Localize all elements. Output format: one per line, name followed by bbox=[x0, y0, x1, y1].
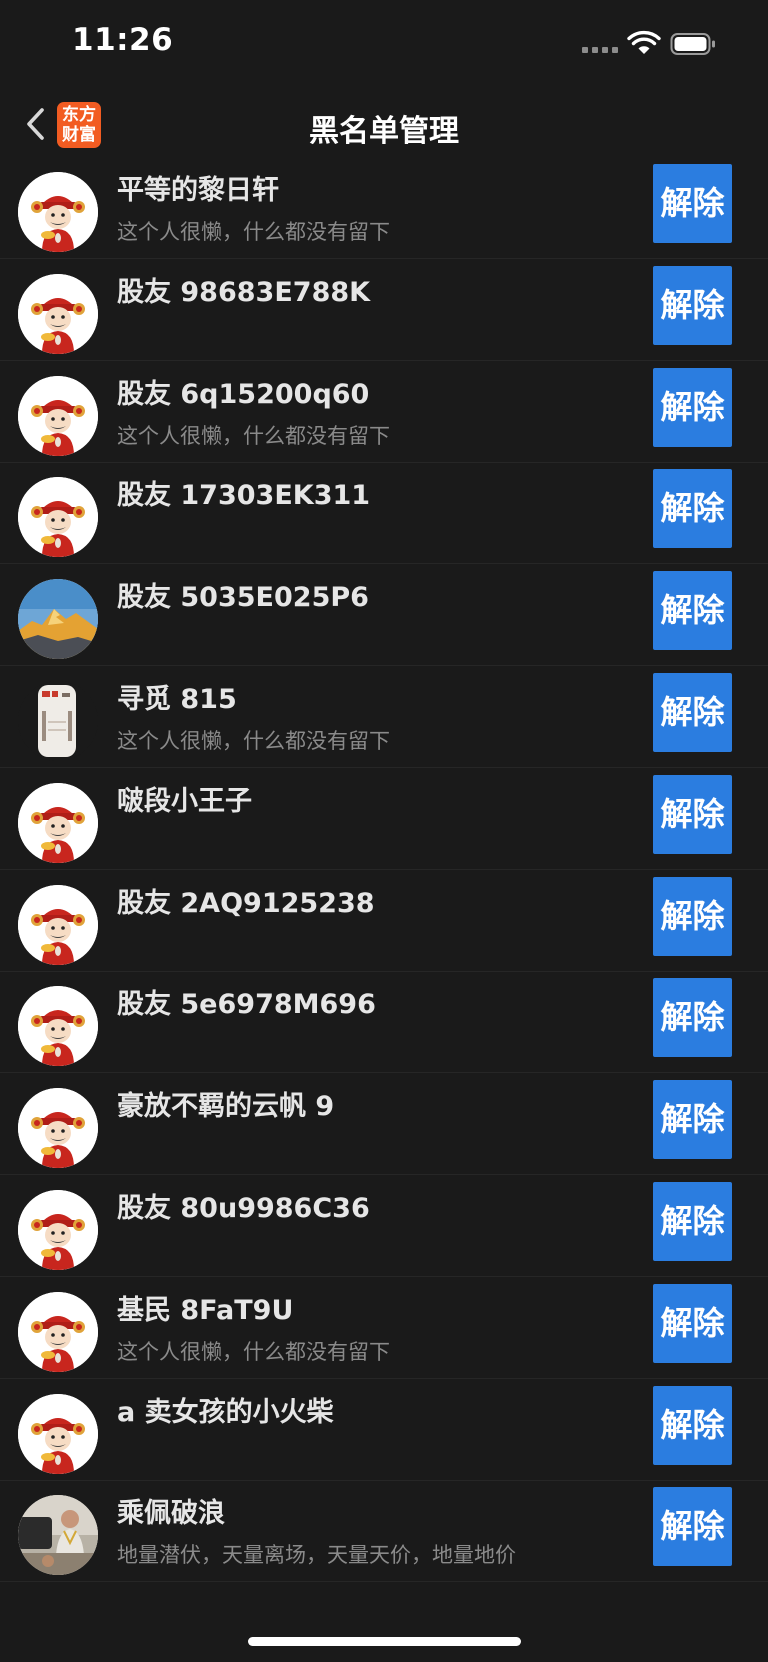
wifi-icon bbox=[627, 30, 661, 54]
blacklist-row[interactable]: a 卖女孩的小火柴 解除 bbox=[0, 1374, 768, 1481]
avatar[interactable] bbox=[18, 1291, 98, 1372]
user-signature: 这个人很懒，什么都没有留下 bbox=[117, 729, 390, 753]
blacklist-row[interactable]: 基民 8FaT9U 这个人很懒，什么都没有留下 解除 bbox=[0, 1272, 768, 1379]
unblock-button[interactable]: 解除 bbox=[653, 774, 732, 854]
avatar[interactable] bbox=[18, 681, 98, 761]
unblock-button[interactable]: 解除 bbox=[653, 978, 732, 1058]
unblock-button[interactable]: 解除 bbox=[653, 673, 732, 752]
unblock-button[interactable]: 解除 bbox=[653, 1385, 732, 1465]
blacklist-row[interactable]: 寻觅 815 这个人很懒，什么都没有留下 解除 bbox=[0, 661, 768, 768]
avatar[interactable] bbox=[18, 477, 98, 558]
avatar[interactable] bbox=[18, 884, 98, 965]
unblock-button[interactable]: 解除 bbox=[653, 1283, 732, 1363]
user-name[interactable]: 股友 5e6978M696 bbox=[117, 982, 376, 1021]
user-name[interactable]: 啵段小王子 bbox=[117, 779, 252, 818]
unblock-button[interactable]: 解除 bbox=[653, 1487, 732, 1567]
blacklist-row[interactable]: 乘佩破浪地量潜伏，天量离场，天量天价，地量地价 解除 bbox=[0, 1475, 768, 1583]
user-name[interactable]: 豪放不羁的云帆 9 bbox=[117, 1084, 334, 1123]
blacklist-row[interactable]: 股友 5035E025P6 解除 bbox=[0, 559, 768, 667]
avatar[interactable] bbox=[18, 1393, 98, 1474]
unblock-button[interactable]: 解除 bbox=[653, 1080, 732, 1160]
avatar[interactable] bbox=[18, 782, 98, 863]
user-signature: 这个人很懒，什么都没有留下 bbox=[117, 423, 390, 448]
unblock-button[interactable]: 解除 bbox=[653, 265, 732, 345]
user-name[interactable]: 寻觅 815 bbox=[117, 677, 237, 716]
blacklist-row[interactable]: 股友 80u9986C36 解除 bbox=[0, 1170, 768, 1277]
avatar[interactable] bbox=[18, 579, 98, 660]
status-time: 11:26 bbox=[72, 22, 174, 58]
user-name[interactable]: 股友 5035E025P6 bbox=[117, 575, 369, 614]
user-name[interactable]: 股友 6q15200q60 bbox=[117, 372, 369, 411]
navigation-bar: 东方 财富 黑名单管理 bbox=[0, 88, 768, 162]
blacklist-row[interactable]: 股友 17303EK311 解除 bbox=[0, 457, 768, 565]
user-name[interactable]: 股友 2AQ9125238 bbox=[117, 881, 375, 920]
user-name[interactable]: 股友 80u9986C36 bbox=[117, 1186, 370, 1225]
blacklist-list: 平等的黎日轩 这个人很懒，什么都没有留下 解除 股友 98683E788K 解除 股友 6… bbox=[0, 162, 768, 1662]
unblock-button[interactable]: 解除 bbox=[653, 367, 732, 447]
blacklist-row[interactable]: 股友 6q15200q60 这个人很懒，什么都没有留下 解除 bbox=[0, 356, 768, 463]
user-name[interactable]: 股友 17303EK311 bbox=[117, 473, 370, 512]
user-name[interactable]: 乘佩破浪 bbox=[117, 1491, 225, 1530]
blacklist-row[interactable]: 股友 5e6978M696 解除 bbox=[0, 966, 768, 1074]
blacklist-row[interactable]: 股友 98683E788K 解除 bbox=[0, 254, 768, 361]
home-indicator[interactable] bbox=[248, 1637, 521, 1646]
avatar[interactable] bbox=[18, 986, 98, 1067]
avatar[interactable] bbox=[18, 172, 98, 252]
user-signature: 这个人很懒，什么都没有留下 bbox=[117, 220, 390, 244]
unblock-button[interactable]: 解除 bbox=[653, 164, 732, 243]
avatar[interactable] bbox=[18, 1088, 98, 1169]
unblock-button[interactable]: 解除 bbox=[653, 876, 732, 956]
user-name[interactable]: 股友 98683E788K bbox=[117, 270, 370, 309]
avatar[interactable] bbox=[18, 273, 98, 354]
avatar[interactable] bbox=[18, 375, 98, 456]
page-title: 黑名单管理 bbox=[309, 114, 459, 149]
user-name[interactable]: a 卖女孩的小火柴 bbox=[117, 1390, 334, 1429]
unblock-button[interactable]: 解除 bbox=[653, 571, 732, 651]
cellular-signal-icon bbox=[582, 47, 618, 53]
user-name[interactable]: 基民 8FaT9U bbox=[117, 1288, 293, 1327]
user-signature: 地量潜伏，天量离场，天量天价，地量地价 bbox=[117, 1543, 516, 1568]
battery-icon bbox=[670, 33, 715, 55]
unblock-button[interactable]: 解除 bbox=[653, 469, 732, 549]
avatar[interactable] bbox=[18, 1495, 98, 1576]
user-name[interactable]: 平等的黎日轩 bbox=[117, 168, 279, 207]
blacklist-row[interactable]: 豪放不羁的云帆 9 解除 bbox=[0, 1068, 768, 1176]
blacklist-row[interactable]: 啵段小王子 解除 bbox=[0, 763, 768, 870]
blacklist-row[interactable]: 平等的黎日轩这个人很懒，什么都没有留下 解除 bbox=[0, 162, 768, 259]
unblock-button[interactable]: 解除 bbox=[653, 1182, 732, 1261]
blacklist-row[interactable]: 股友 2AQ9125238 解除 bbox=[0, 865, 768, 972]
status-bar: 11:26 bbox=[0, 0, 768, 88]
avatar[interactable] bbox=[18, 1190, 98, 1270]
user-signature: 这个人很懒，什么都没有留下 bbox=[117, 1339, 390, 1364]
